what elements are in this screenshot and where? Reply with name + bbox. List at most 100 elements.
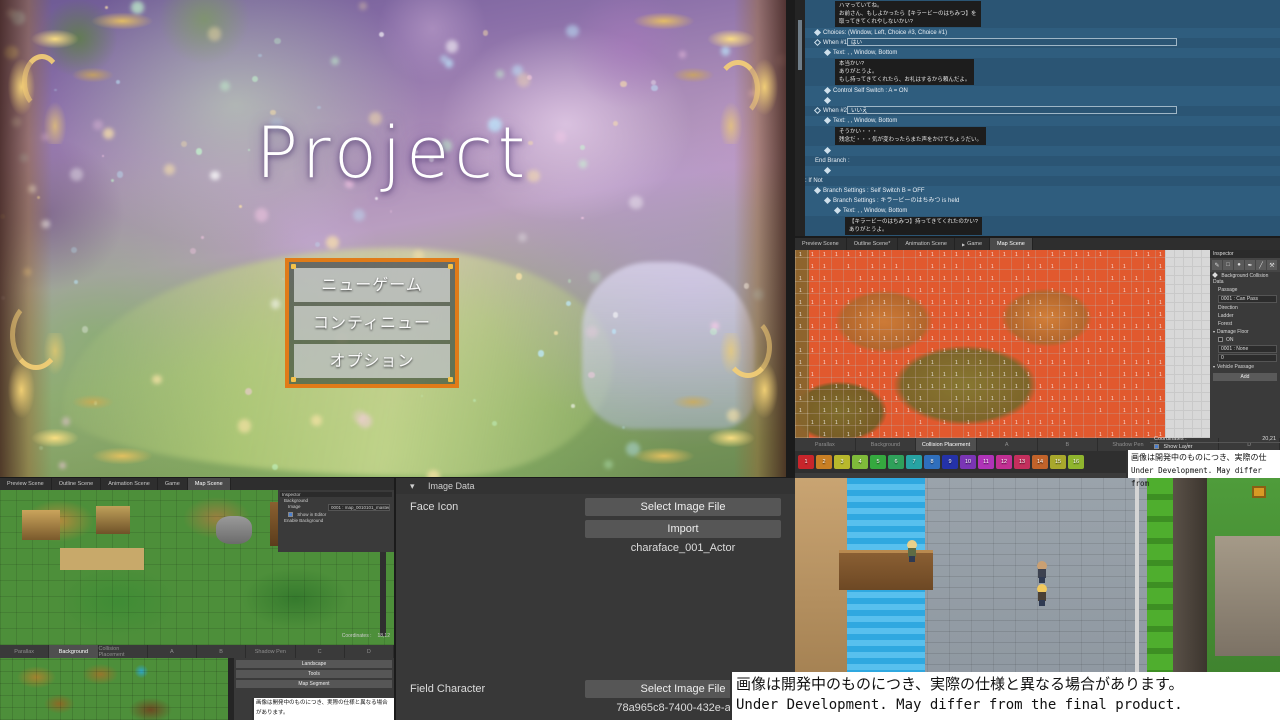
event-row[interactable]: Control Self Switch : A = ON: [805, 86, 1280, 96]
face-import-button[interactable]: Import: [585, 520, 781, 538]
inspector-field-value[interactable]: 0: [1218, 354, 1277, 362]
event-row[interactable]: [805, 166, 1280, 176]
event-row[interactable]: End Branch :: [805, 156, 1280, 166]
layer-tab-b[interactable]: B: [197, 645, 247, 658]
collision-swatch-9[interactable]: 9: [942, 455, 958, 469]
choice-value-field[interactable]: いいえ: [847, 106, 1178, 115]
event-row[interactable]: 【キラービーのはちみつ】持ってきてくれたのかい? ありがとうよ。: [805, 216, 1280, 236]
add-button[interactable]: Add: [1213, 373, 1277, 381]
inspector-checkbox[interactable]: [1218, 337, 1223, 343]
collision-swatch-5[interactable]: 5: [870, 455, 886, 469]
scene-tab-bar[interactable]: Preview Scene Outline Scene* Animation Sce…: [795, 238, 1280, 250]
face-icon-row[interactable]: Face Icon Select Image File Import chara…: [396, 494, 795, 554]
layer-tab-a[interactable]: A: [977, 438, 1038, 451]
image-data-section-header[interactable]: ▾ Image Data: [396, 478, 795, 494]
map-canvas[interactable]: 1 1 1 1 1 1 1 1 1 1 1 1 1 1 1 1 1 1 1 1 1 1 1 1 1 1 1 1 1 1 1 1 1 1 1 1 1 1 1 1…: [795, 250, 1165, 438]
rect-icon[interactable]: □: [1223, 260, 1233, 270]
scrollbar-thumb[interactable]: [798, 20, 802, 70]
event-row[interactable]: Text: , , Window, Bottom: [805, 48, 1280, 58]
event-scrollbar[interactable]: [795, 0, 805, 236]
event-row[interactable]: [805, 146, 1280, 156]
pen-icon[interactable]: ✎: [1212, 260, 1222, 270]
face-select-image-file-button[interactable]: Select Image File: [585, 498, 781, 516]
eyedropper-icon[interactable]: ⚒: [1267, 260, 1277, 270]
continue-button[interactable]: コンティニュー: [294, 306, 450, 340]
layer-tab-collision-placement[interactable]: Collision Placement: [99, 645, 148, 658]
event-command-list[interactable]: ハマっていてね。 お前さん、もしよかったら【キラービーのはちみつ】を 取ってきてくれ…: [805, 0, 1280, 236]
layer-tab-shadow-pen[interactable]: Shadow Pen: [246, 645, 296, 658]
event-text-content[interactable]: ハマっていてね。 お前さん、もしよかったら【キラービーのはちみつ】を 取ってきてくれ…: [835, 1, 981, 27]
event-text-content[interactable]: そうかい・・・ 残念だ・・・気が変わったらまた声をかけてちょうだい。: [835, 127, 987, 145]
layer-tab-d[interactable]: D: [345, 645, 394, 658]
line-icon[interactable]: ╱: [1256, 260, 1266, 270]
event-row[interactable]: [805, 96, 1280, 106]
tab-outline-scene[interactable]: Outline Scene: [52, 478, 102, 490]
layer-tab-collision-placement[interactable]: Collision Placement: [916, 438, 977, 451]
inspector-field-list[interactable]: Passage 0001 : Can Pass Direction Ladder For…: [1210, 286, 1280, 371]
event-row[interactable]: Text: , , Window, Bottom: [805, 116, 1280, 126]
map-side-button-map-segment[interactable]: Map Segment: [236, 680, 392, 688]
layer-tab-bar-secondary[interactable]: Parallax Background Collision Placement A B S…: [0, 645, 394, 658]
tab-outline-scene[interactable]: Outline Scene*: [847, 238, 899, 250]
map-editor-body[interactable]: 1 1 1 1 1 1 1 1 1 1 1 1 1 1 1 1 1 1 1 1 1 1 1 1 1 1 1 1 1 1 1 1 1 1 1 1 1 1 1 1…: [795, 250, 1280, 438]
inspector-field-value[interactable]: 0001 : Can Pass: [1218, 295, 1277, 303]
tab-animation-scene[interactable]: Animation Scene: [898, 238, 955, 250]
map-editor-secondary[interactable]: Preview Scene Outline Scene Animation Scen…: [0, 478, 394, 720]
collision-swatch-7[interactable]: 7: [906, 455, 922, 469]
inspector-field-value[interactable]: 0001 : None: [1218, 345, 1277, 353]
inspector-panel[interactable]: Inspector ✎ □ ● ✒ ╱ ⚒ Background Collision Da…: [1210, 250, 1280, 438]
layer-tab-a[interactable]: A: [148, 645, 197, 658]
chevron-down-icon[interactable]: ▾: [410, 481, 415, 492]
scene-tab-bar-secondary[interactable]: Preview Scene Outline Scene Animation Scen…: [0, 478, 394, 490]
layer-tab-parallax[interactable]: Parallax: [0, 645, 50, 658]
event-row[interactable]: 本当かい? ありがとうよ。 もし持ってきてくれたら、お礼はするから頼んだよ。: [805, 58, 1280, 86]
event-row[interactable]: : If Not: [805, 176, 1280, 186]
event-row[interactable]: Text: , , Window, Bottom: [805, 206, 1280, 216]
tileset-palette[interactable]: [0, 658, 228, 720]
tab-game[interactable]: Game: [158, 478, 188, 490]
collision-swatch-10[interactable]: 10: [960, 455, 976, 469]
event-text-content[interactable]: 本当かい? ありがとうよ。 もし持ってきてくれたら、お礼はするから頼んだよ。: [835, 59, 975, 85]
inspector-checkbox-row[interactable]: ON: [1210, 336, 1280, 344]
layer-tab-c[interactable]: C: [296, 645, 345, 658]
event-text-content[interactable]: 【キラービーのはちみつ】持ってきてくれたのかい? ありがとうよ。: [845, 217, 982, 235]
tab-animation-scene[interactable]: Animation Scene: [101, 478, 158, 490]
event-command-editor[interactable]: ハマっていてね。 お前さん、もしよかったら【キラービーのはちみつ】を 取ってきてくれ…: [795, 0, 1280, 236]
map-side-button-landscape[interactable]: Landscape: [236, 660, 392, 668]
collision-swatch-11[interactable]: 11: [978, 455, 994, 469]
event-row-choice[interactable]: When #2 いいえ: [805, 106, 1280, 116]
map-canvas-empty-area[interactable]: [1165, 250, 1215, 438]
event-row[interactable]: そうかい・・・ 残念だ・・・気が変わったらまた声をかけてちょうだい。: [805, 126, 1280, 146]
map-scene-editor[interactable]: Preview Scene Outline Scene* Animation Sce…: [795, 238, 1280, 478]
event-row-choice[interactable]: When #1 はい: [805, 38, 1280, 48]
event-row[interactable]: Choices: (Window, Left, Choice #3, Choic…: [805, 28, 1280, 38]
collision-swatch-3[interactable]: 3: [834, 455, 850, 469]
collision-swatch-12[interactable]: 12: [996, 455, 1012, 469]
show-layer-checkbox[interactable]: [1154, 444, 1159, 450]
show-in-editor-checkbox[interactable]: [288, 512, 293, 518]
layer-tab-background[interactable]: Background: [49, 645, 99, 658]
layer-tab-b[interactable]: B: [1038, 438, 1099, 451]
chevron-down-icon[interactable]: ▾: [1213, 329, 1215, 334]
tab-preview-scene[interactable]: Preview Scene: [795, 238, 847, 250]
fill-icon[interactable]: ●: [1234, 260, 1244, 270]
tab-map-scene[interactable]: Map Scene: [187, 478, 231, 490]
chevron-down-icon[interactable]: ▾: [1213, 364, 1215, 369]
map-side-button-tools[interactable]: Tools: [236, 670, 392, 678]
layer-tab-background[interactable]: Background: [856, 438, 917, 451]
collision-swatch-6[interactable]: 6: [888, 455, 904, 469]
tab-preview-scene[interactable]: Preview Scene: [0, 478, 52, 490]
brush-icon[interactable]: ✒: [1245, 260, 1255, 270]
tab-map-scene[interactable]: Map Scene: [990, 238, 1033, 250]
collision-swatch-15[interactable]: 15: [1050, 455, 1066, 469]
tab-game[interactable]: ▶ Game: [955, 238, 991, 250]
inspector-group-header[interactable]: ▾ Damage Floor: [1210, 328, 1280, 336]
inspector-tool-row[interactable]: ✎ □ ● ✒ ╱ ⚒: [1210, 258, 1280, 272]
options-button[interactable]: オプション: [294, 344, 450, 378]
choice-value-field[interactable]: はい: [847, 38, 1178, 47]
collision-swatch-1[interactable]: 1: [798, 455, 814, 469]
collision-swatch-4[interactable]: 4: [852, 455, 868, 469]
inspector-group-header[interactable]: ▾ Vehicle Passage: [1210, 363, 1280, 371]
event-row[interactable]: ハマっていてね。 お前さん、もしよかったら【キラービーのはちみつ】を 取ってきてくれ…: [805, 0, 1280, 28]
event-row[interactable]: Branch Settings : キラービーのはちみつ is held: [805, 196, 1280, 206]
